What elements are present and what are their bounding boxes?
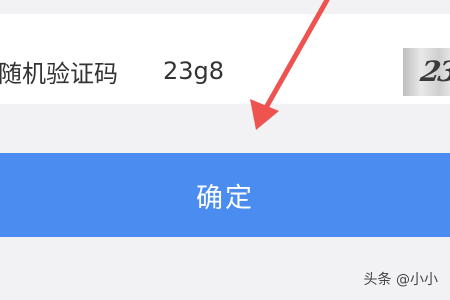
screen: 随机验证码 23 确定 头条 @小小 [0,0,450,300]
captcha-label: 随机验证码 [0,60,118,88]
confirm-button[interactable]: 确定 [0,153,450,237]
captcha-image-text: 23 [418,55,450,88]
captcha-row: 随机验证码 23 [0,14,450,104]
captcha-image[interactable]: 23 [403,48,450,96]
watermark: 头条 @小小 [363,272,438,288]
captcha-input[interactable] [163,54,343,88]
